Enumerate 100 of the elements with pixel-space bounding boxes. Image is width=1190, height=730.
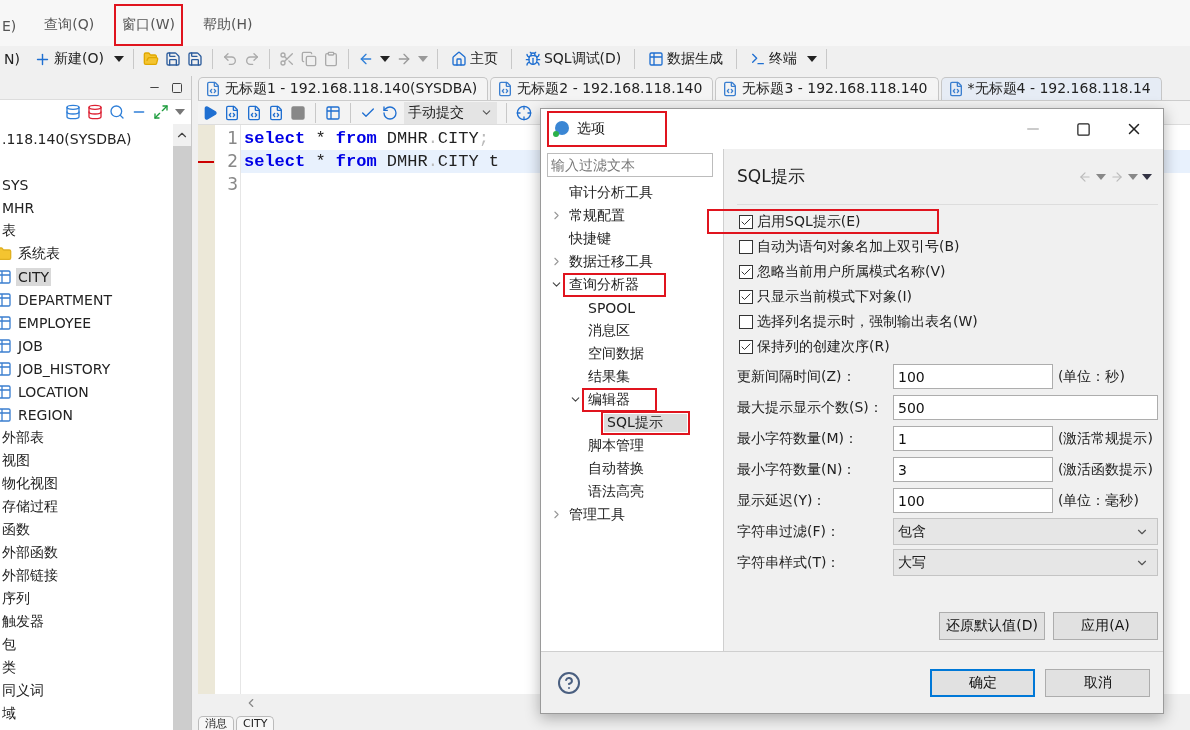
tree-item[interactable]: 结果集 (585, 367, 633, 386)
tree-item[interactable]: EMPLOYEE (16, 313, 94, 332)
tree-item[interactable]: .118.140(SYSDBA) (0, 129, 134, 148)
tree-item[interactable]: 自动替换 (585, 459, 647, 478)
commit-mode-select[interactable]: 手动提交 (404, 101, 497, 124)
table-icon (0, 360, 12, 377)
tree-item[interactable]: 包 (0, 634, 18, 655)
tree-item[interactable]: 序列 (0, 588, 32, 609)
tree-item[interactable]: 数据迁移工具 (566, 252, 656, 271)
tree-item[interactable]: 脚本管理 (585, 436, 647, 455)
menu-item[interactable]: E) (0, 4, 25, 46)
checkbox[interactable] (739, 289, 753, 304)
menu-item[interactable]: 窗口(W) (114, 4, 184, 46)
tree-item[interactable]: 系统表 (16, 243, 62, 264)
dropdown[interactable]: 大写 (893, 549, 1158, 576)
input-field[interactable]: 100 (893, 364, 1053, 389)
tree-item[interactable]: JOB_HISTORY (16, 359, 113, 378)
tree-item[interactable]: SYS (0, 175, 31, 194)
run-icon[interactable] (202, 104, 218, 121)
tree-item[interactable]: 类 (0, 657, 18, 678)
editor-tab[interactable]: 无标题3 - 192.168.118.140 (715, 77, 939, 100)
save-all-icon[interactable] (186, 51, 203, 67)
dialog-button[interactable]: 应用(A) (1053, 612, 1158, 640)
help-icon[interactable] (557, 670, 581, 695)
tree-item[interactable]: 语法高亮 (585, 482, 647, 501)
menu-item[interactable]: 帮助(H) (195, 4, 261, 46)
toolbar-button[interactable]: 数据生成 (644, 50, 728, 68)
tree-item[interactable]: 表 (0, 220, 18, 241)
toolbar-button[interactable]: 终端 (746, 50, 802, 68)
tree-item[interactable]: 外部函数 (0, 542, 60, 563)
tree-item[interactable]: 触发器 (0, 611, 46, 632)
filter-field[interactable]: 输入过滤文本 (547, 153, 713, 177)
caret-icon[interactable] (113, 56, 124, 62)
checkbox[interactable] (739, 314, 753, 329)
tree-item[interactable]: LOCATION (16, 382, 91, 401)
unit-label: (单位：秒) (1057, 367, 1126, 386)
search-icon[interactable] (109, 104, 125, 120)
checkbox-label: 选择列名提示时，强制输出表名(W) (757, 312, 978, 331)
folder-icon (0, 245, 12, 262)
rollback-icon[interactable] (382, 104, 398, 121)
terminal-icon (750, 51, 767, 67)
input-field[interactable]: 3 (893, 457, 1053, 482)
checkbox[interactable] (739, 339, 753, 354)
checkbox-label: 启用SQL提示(E) (757, 212, 861, 231)
checkbox[interactable] (739, 239, 753, 254)
tree-item[interactable]: 视图 (0, 450, 32, 471)
dialog-button[interactable]: 取消 (1045, 668, 1150, 697)
tree-item[interactable]: 快捷键 (566, 229, 614, 248)
tree-item[interactable]: REGION (16, 405, 76, 424)
toolbar-button[interactable]: 新建(O) (29, 50, 108, 68)
maximize-icon[interactable] (171, 81, 183, 94)
field-label: 最小字符数量(M)： (737, 429, 859, 448)
tree-item[interactable]: 外部表 (0, 427, 46, 448)
checkbox[interactable] (739, 214, 753, 229)
tree-item[interactable]: 管理工具 (566, 505, 628, 524)
tree-item[interactable]: JOB (16, 336, 45, 355)
tree-item[interactable]: CITY (16, 267, 51, 286)
tree-item[interactable]: DEPARTMENT (16, 290, 114, 309)
tree-item[interactable]: 外部链接 (0, 565, 60, 586)
unit-label: (激活函数提示) (1057, 460, 1154, 479)
tree-item[interactable]: 审计分析工具 (566, 183, 656, 202)
tree-item[interactable]: 同义词 (0, 680, 46, 701)
expand-icon[interactable] (153, 104, 169, 120)
dialog-button[interactable]: 确定 (930, 668, 1035, 697)
editor-tab[interactable]: 无标题2 - 192.168.118.140 (490, 77, 714, 100)
tree-item[interactable]: 消息区 (585, 321, 633, 340)
view-tab[interactable]: 消息 (198, 716, 234, 730)
menu-item[interactable]: 查询(Q) (36, 4, 103, 46)
editor-tab[interactable]: *无标题4 - 192.168.118.14 (940, 77, 1162, 100)
maximize-icon[interactable] (1076, 121, 1091, 137)
table-icon (0, 383, 12, 400)
toolbar-button[interactable]: 主页 (446, 50, 502, 68)
tree-item[interactable]: 函数 (0, 519, 32, 540)
stop-icon[interactable] (290, 104, 306, 121)
input-field[interactable]: 100 (893, 488, 1053, 513)
tree-item[interactable]: 物化视图 (0, 473, 60, 494)
tree-item[interactable]: 空间数据 (585, 344, 647, 363)
tree-item[interactable]: MHR (0, 198, 37, 217)
target-icon[interactable] (516, 104, 532, 121)
input-field[interactable]: 1 (893, 426, 1053, 451)
toolbar-button[interactable]: N) (0, 51, 24, 67)
caret-icon[interactable] (379, 56, 390, 62)
field-label: 字符串样式(T)： (737, 553, 842, 572)
table-icon (648, 51, 665, 67)
save-icon[interactable] (164, 51, 181, 67)
dialog-button[interactable]: 还原默认值(D) (939, 612, 1045, 640)
tree-item[interactable]: 存储过程 (0, 496, 60, 517)
caret-icon[interactable] (807, 56, 818, 62)
tree-item[interactable]: 常规配置 (566, 206, 628, 225)
toolbar-button[interactable]: SQL调试(D) (520, 50, 626, 68)
tree-item[interactable]: SPOOL (585, 299, 639, 316)
view-tab[interactable]: CITY (236, 716, 275, 730)
dropdown[interactable]: 包含 (893, 518, 1158, 545)
tree-item[interactable]: 查询分析器 (566, 275, 663, 294)
input-field[interactable]: 500 (893, 395, 1158, 420)
editor-tab[interactable]: 无标题1 - 192.168.118.140(SYSDBA) (198, 77, 489, 100)
tree-item[interactable]: 编辑器 (585, 390, 654, 409)
tree-item[interactable]: 域 (0, 703, 18, 724)
checkbox[interactable] (739, 264, 753, 279)
tree-item[interactable]: SQL提示 (604, 413, 687, 432)
